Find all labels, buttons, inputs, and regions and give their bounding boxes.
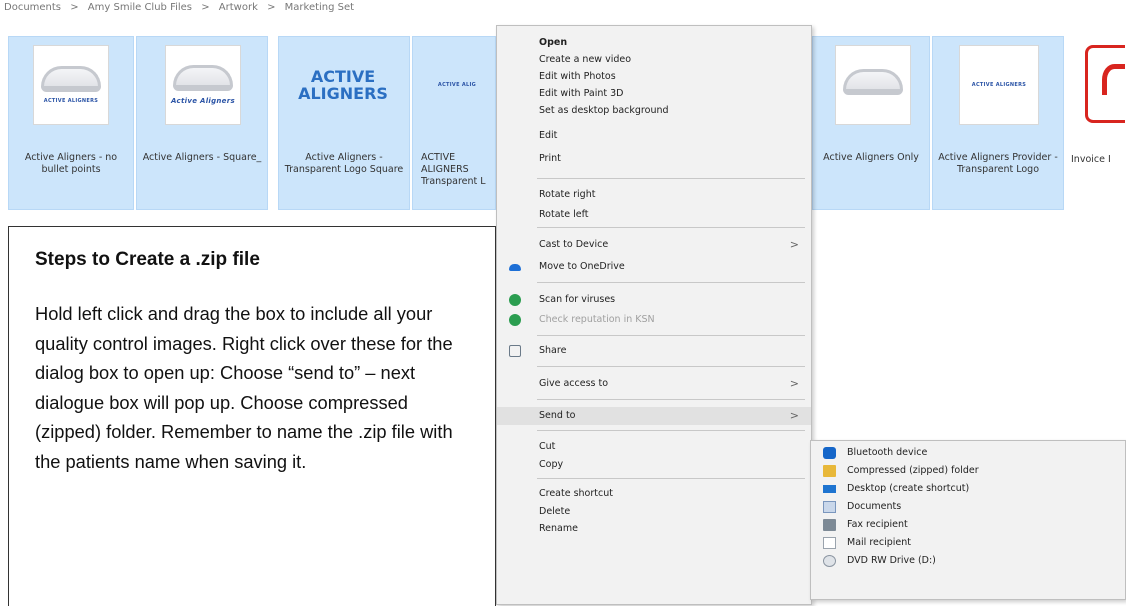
file-item[interactable]: ACTIVE ALIGNERS Active Aligners - no bul…	[8, 36, 134, 210]
menu-separator	[537, 430, 805, 431]
file-name: Active Aligners Provider - Transparent L…	[938, 152, 1058, 175]
context-menu: Open Create a new video Edit with Photos…	[496, 25, 812, 605]
desktop-icon	[823, 485, 836, 493]
menu-item-rename[interactable]: Rename	[497, 520, 811, 538]
menu-separator	[537, 178, 805, 179]
file-item[interactable]: ACTIVE ALIGNERS Active Aligners - Transp…	[278, 36, 410, 210]
menu-item-check-reputation[interactable]: Check reputation in KSN	[497, 311, 811, 329]
menu-separator	[537, 399, 805, 400]
menu-item-move-to-onedrive[interactable]: Move to OneDrive	[497, 258, 811, 276]
send-to-submenu: Bluetooth device Compressed (zipped) fol…	[810, 440, 1126, 600]
instructions-box: Steps to Create a .zip file Hold left cl…	[8, 226, 496, 606]
chevron-right-icon: >	[789, 409, 799, 422]
send-to-bluetooth[interactable]: Bluetooth device	[811, 444, 1125, 462]
file-item[interactable]: ACTIVE ALIGNERS Active Aligners Provider…	[932, 36, 1064, 210]
menu-separator	[537, 478, 805, 479]
file-name: Active Aligners Only	[823, 152, 919, 163]
menu-item-give-access[interactable]: Give access to >	[497, 375, 811, 393]
file-name: ACTIVE ALIGNERS Transparent L	[421, 152, 486, 187]
breadcrumb-separator: >	[201, 2, 210, 13]
menu-item-send-to[interactable]: Send to >	[497, 407, 811, 425]
menu-item-edit[interactable]: Edit	[497, 127, 811, 145]
menu-separator	[537, 227, 805, 228]
pdf-icon: PD	[1085, 45, 1125, 123]
send-to-fax[interactable]: Fax recipient	[811, 516, 1125, 534]
file-thumbnail	[835, 45, 911, 125]
documents-icon	[823, 501, 836, 513]
menu-item-scan-viruses[interactable]: Scan for viruses	[497, 291, 811, 309]
file-thumbnail: Active Aligners	[165, 45, 241, 125]
instructions-body: Hold left click and drag the box to incl…	[35, 303, 453, 472]
breadcrumb: Documents > Amy Smile Club Files > Artwo…	[0, 0, 1126, 20]
thumbnail-caption: ACTIVE ALIGNERS	[298, 67, 388, 103]
send-to-mail[interactable]: Mail recipient	[811, 534, 1125, 552]
breadcrumb-item[interactable]: Amy Smile Club Files	[88, 2, 192, 13]
file-item[interactable]: Active Aligners Only	[812, 36, 930, 210]
thumbnail-caption: Active Aligners	[171, 97, 235, 105]
file-name: Active Aligners - Square_	[142, 152, 262, 163]
menu-item-rotate-right[interactable]: Rotate right	[497, 186, 811, 204]
breadcrumb-item[interactable]: Artwork	[219, 2, 258, 13]
file-thumbnail: ACTIVE ALIGNERS	[33, 45, 109, 125]
menu-separator	[537, 366, 805, 367]
chevron-right-icon: >	[789, 238, 799, 251]
menu-item-create-shortcut[interactable]: Create shortcut	[497, 485, 811, 503]
menu-item-set-background[interactable]: Set as desktop background	[497, 102, 811, 120]
aligner-tray-image	[173, 65, 233, 91]
file-thumbnail: ACTIVE ALIG	[417, 45, 497, 125]
send-to-compressed-folder[interactable]: Compressed (zipped) folder	[811, 462, 1125, 480]
file-name: Invoice I	[1071, 154, 1111, 165]
file-thumbnail: ACTIVE ALIGNERS	[959, 45, 1039, 125]
onedrive-icon	[509, 264, 521, 271]
kaspersky-shield-icon	[509, 294, 521, 306]
file-name: Active Aligners - Transparent Logo Squar…	[284, 152, 404, 175]
thumbnail-caption: ACTIVE ALIGNERS	[43, 98, 99, 104]
file-name: Active Aligners - no bullet points	[24, 152, 118, 175]
breadcrumb-separator: >	[70, 2, 79, 13]
file-thumbnail: ACTIVE ALIGNERS	[289, 45, 397, 125]
send-to-desktop[interactable]: Desktop (create shortcut)	[811, 480, 1125, 498]
menu-item-create-video[interactable]: Create a new video	[497, 51, 811, 69]
menu-item-share[interactable]: Share	[497, 342, 811, 360]
menu-item-cast-to-device[interactable]: Cast to Device >	[497, 236, 811, 254]
breadcrumb-separator: >	[267, 2, 276, 13]
send-to-dvd-drive[interactable]: DVD RW Drive (D:)	[811, 552, 1125, 570]
menu-item-edit-paint3d[interactable]: Edit with Paint 3D	[497, 85, 811, 103]
thumbnail-caption: ACTIVE ALIG	[437, 82, 477, 88]
dvd-drive-icon	[823, 555, 836, 567]
chevron-right-icon: >	[789, 377, 799, 390]
menu-separator	[537, 335, 805, 336]
file-item[interactable]: Active Aligners Active Aligners - Square…	[136, 36, 268, 210]
thumbnail-caption: ACTIVE ALIGNERS	[971, 82, 1027, 88]
zip-folder-icon	[823, 465, 836, 477]
menu-item-print[interactable]: Print	[497, 150, 811, 168]
menu-separator	[537, 282, 805, 283]
menu-item-copy[interactable]: Copy	[497, 456, 811, 474]
kaspersky-shield-icon	[509, 314, 521, 326]
breadcrumb-item[interactable]: Documents	[4, 2, 61, 13]
aligner-tray-image	[843, 69, 903, 95]
menu-item-delete[interactable]: Delete	[497, 503, 811, 521]
menu-item-rotate-left[interactable]: Rotate left	[497, 206, 811, 224]
instructions-title: Steps to Create a .zip file	[35, 249, 260, 270]
menu-item-edit-photos[interactable]: Edit with Photos	[497, 68, 811, 86]
menu-item-open[interactable]: Open	[497, 34, 811, 52]
mail-icon	[823, 537, 836, 549]
fax-icon	[823, 519, 836, 531]
file-item[interactable]: PD Invoice I	[1066, 36, 1126, 210]
aligner-tray-image	[41, 66, 101, 92]
menu-item-cut[interactable]: Cut	[497, 438, 811, 456]
share-icon	[509, 345, 521, 357]
send-to-documents[interactable]: Documents	[811, 498, 1125, 516]
bluetooth-icon	[823, 447, 836, 459]
breadcrumb-item[interactable]: Marketing Set	[285, 2, 354, 13]
file-item[interactable]: ACTIVE ALIG ACTIVE ALIGNERS Transparent …	[412, 36, 496, 210]
